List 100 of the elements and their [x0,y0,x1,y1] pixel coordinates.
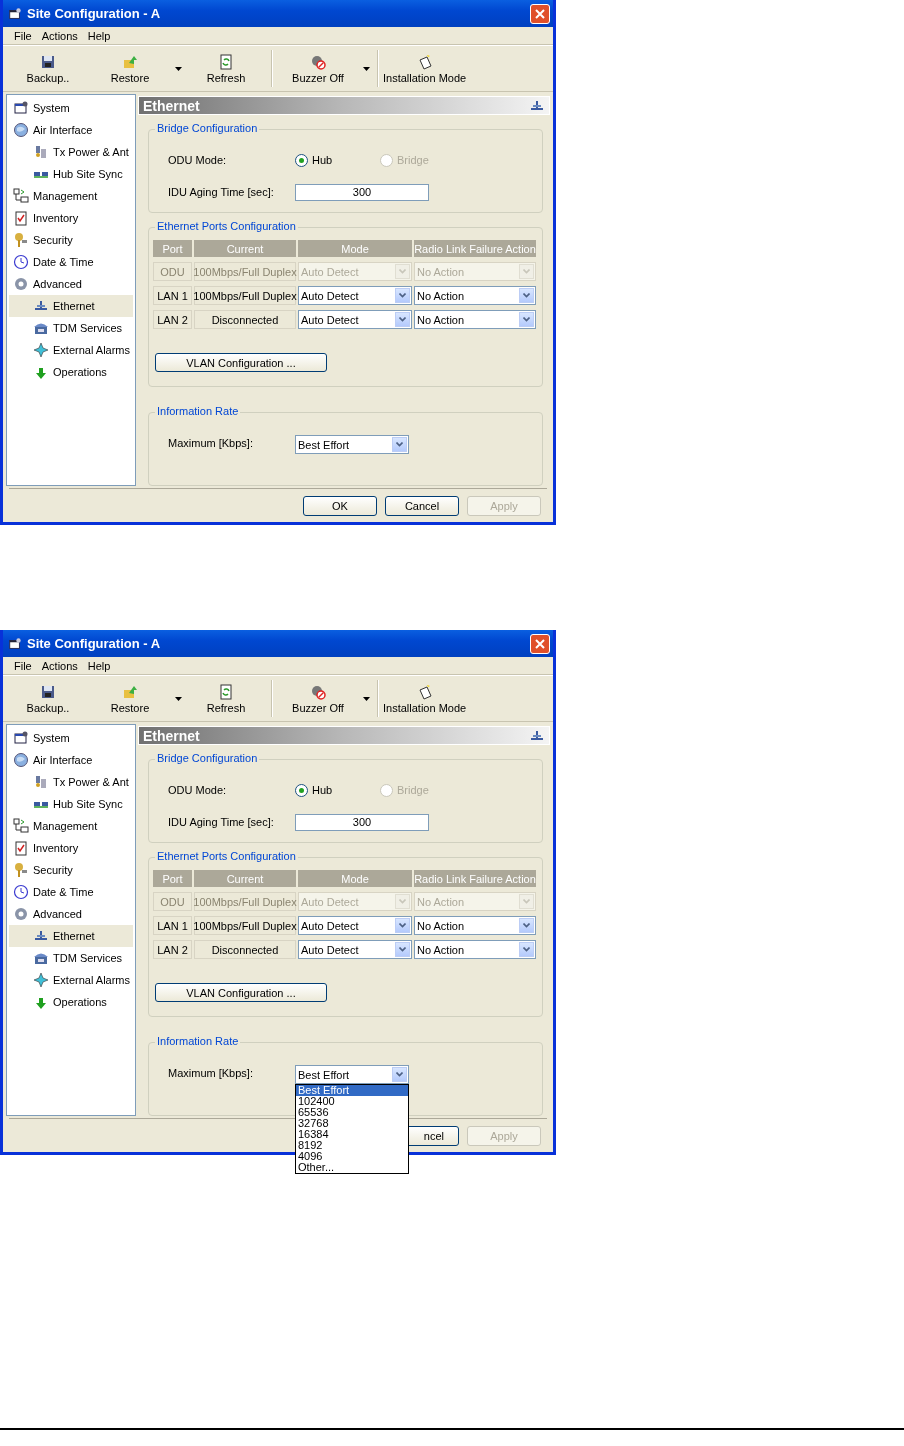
toolbar-button[interactable]: Refresh [185,676,267,721]
menu-item[interactable]: Help [82,659,116,672]
tree-item[interactable]: Advanced [9,273,133,295]
dialog-button[interactable]: OK [303,495,377,516]
tree-item[interactable]: Air Interface [9,749,133,771]
tree-item[interactable]: Inventory [9,207,133,229]
close-button[interactable] [530,633,550,654]
tree-item[interactable]: Management [9,185,133,207]
tree-item[interactable]: System [9,727,133,749]
clipboard-check-icon [13,210,29,226]
menu-item[interactable]: Actions [36,659,83,672]
table-header-cell: Radio Link Failure Action [414,870,536,888]
tree-item[interactable]: Security [9,229,133,251]
radio-label: Bridge [397,154,429,167]
caret-icon [362,696,370,701]
menu-item[interactable]: File [9,659,37,672]
table-header-cell: Current [194,870,296,888]
sparkle-page-icon [416,683,433,700]
globe-icon [13,752,29,768]
table-header-cell: Current [194,240,296,258]
tree-item[interactable]: Inventory [9,837,133,859]
chevron-down-icon [523,923,530,929]
chevron-down-icon [396,442,403,448]
chevron-down-icon [523,293,530,299]
table-header-cell: Radio Link Failure Action [414,240,536,258]
rate-dropdown[interactable]: Best Effort [295,435,409,455]
tree-item[interactable]: Hub Site Sync [9,793,133,815]
chevron-down-icon [523,899,530,905]
menu-item[interactable]: File [9,29,37,42]
field-label: Maximum [Kbps]: [167,437,254,450]
tree-item[interactable]: Security [9,859,133,881]
table-header-cell: Mode [298,240,412,258]
tree-item[interactable]: Ethernet [9,925,133,947]
radio-button[interactable] [295,153,308,167]
tree-item[interactable]: System [9,97,133,119]
tree-item[interactable]: Ethernet [9,295,133,317]
tree-item[interactable]: Operations [9,991,133,1013]
tree-item[interactable]: External Alarms [9,339,133,361]
caret-icon [174,66,182,71]
table-cell: Disconnected [194,310,296,330]
chevron-down-icon [399,947,406,953]
refresh-icon [218,683,234,700]
clock-icon [13,254,29,270]
toolbar-button[interactable]: Refresh [185,46,267,91]
tree-item[interactable]: Advanced [9,903,133,925]
chevron-down-icon [523,269,530,275]
table-cell: LAN 2 [153,940,192,960]
action-dropdown[interactable]: No Action [414,916,536,936]
action-dropdown[interactable]: No Action [414,310,536,330]
tree-item[interactable]: Date & Time [9,251,133,273]
tree-item[interactable]: Hub Site Sync [9,163,133,185]
tree-item[interactable]: Tx Power & Ant [9,141,133,163]
input-field[interactable]: 300 [295,813,429,831]
table-cell: ODU [153,262,192,282]
globe-icon [13,122,29,138]
toolbar-button[interactable]: Backup.. [7,46,89,91]
tree-item[interactable]: Operations [9,361,133,383]
toolbar-button[interactable]: Buzzer Off [277,46,359,91]
dialog-button[interactable]: Cancel [385,495,459,516]
group-title: Bridge Configuration [155,122,260,135]
toolbar-button[interactable]: Restore [89,46,171,91]
tree-item[interactable]: Date & Time [9,881,133,903]
menu-item[interactable]: Help [82,29,116,42]
table-cell: LAN 1 [153,916,192,936]
tree-item[interactable]: TDM Services [9,947,133,969]
tree-item[interactable]: Air Interface [9,119,133,141]
vlan-configuration-button[interactable]: VLAN Configuration ... [155,983,327,1003]
mode-dropdown[interactable]: Auto Detect [298,916,412,936]
caret-icon [174,696,182,701]
action-dropdown[interactable]: No Action [414,286,536,306]
toolbar-button[interactable]: Installation Mode [383,46,467,91]
tree-item[interactable]: Tx Power & Ant [9,771,133,793]
group-title: Information Rate [155,1035,241,1048]
group-title: Information Rate [155,405,241,418]
chevron-down-icon [399,899,406,905]
table-cell: Disconnected [194,940,296,960]
chevron-down-icon [523,317,530,323]
toolbar-button[interactable]: Restore [89,676,171,721]
mode-dropdown[interactable]: Auto Detect [298,310,412,330]
tree-item[interactable]: TDM Services [9,317,133,339]
table-cell: ODU [153,892,192,912]
dropdown-option[interactable]: Best Effort [296,1085,408,1097]
toolbar-button[interactable]: Buzzer Off [277,676,359,721]
tree-item[interactable]: External Alarms [9,969,133,991]
vlan-configuration-button[interactable]: VLAN Configuration ... [155,353,327,373]
table-cell: 100Mbps/Full Duplex [194,286,296,306]
action-dropdown[interactable]: No Action [414,940,536,960]
antenna-icon [33,144,49,160]
field-label: Maximum [Kbps]: [167,1067,254,1080]
window-gear-icon [8,6,22,21]
panel-title: Ethernet [143,97,200,114]
toolbar-button[interactable]: Installation Mode [383,676,467,721]
tree-item[interactable]: Management [9,815,133,837]
radio-button[interactable] [295,783,308,797]
menu-item[interactable]: Actions [36,29,83,42]
mode-dropdown[interactable]: Auto Detect [298,940,412,960]
close-button[interactable] [530,3,550,24]
input-field[interactable]: 300 [295,183,429,201]
mode-dropdown[interactable]: Auto Detect [298,286,412,306]
toolbar-button[interactable]: Backup.. [7,676,89,721]
